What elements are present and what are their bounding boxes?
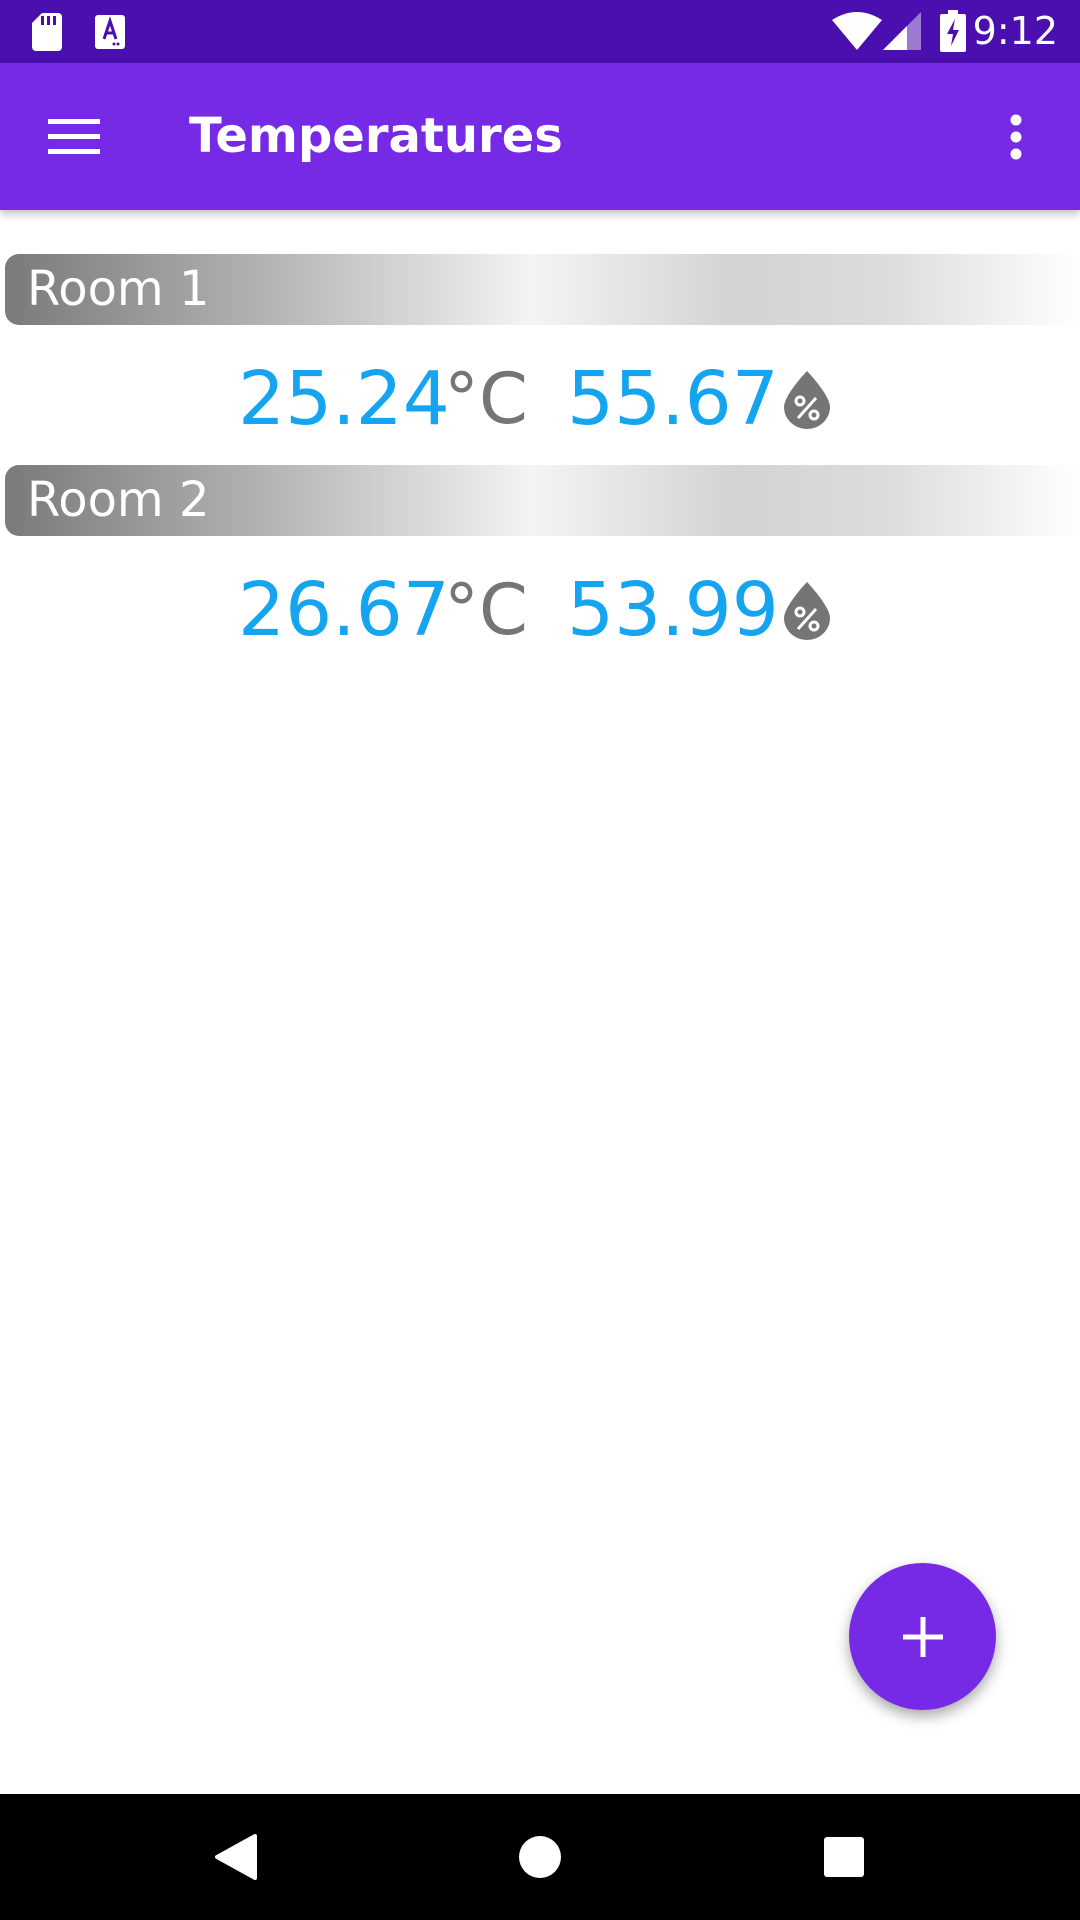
temperature-value: 25.24 — [238, 356, 450, 442]
room-reading: 26.67 °C 53.99 — [0, 560, 1080, 660]
page-title: Temperatures — [189, 108, 563, 164]
humidity-percent-drop-icon — [784, 371, 830, 429]
plus-icon — [902, 1616, 943, 1657]
back-button[interactable] — [196, 1817, 276, 1897]
sd-card-icon — [32, 13, 62, 51]
humidity-percent-drop-icon — [784, 582, 830, 640]
wifi-icon — [832, 12, 882, 50]
recents-button[interactable] — [804, 1817, 884, 1897]
status-bar: 9:12 — [0, 0, 1080, 63]
home-icon — [519, 1836, 561, 1878]
temperature-unit: °C — [444, 358, 528, 440]
status-time: 9:12 — [972, 9, 1058, 53]
battery-charging-icon — [940, 10, 966, 52]
room-header[interactable]: Room 1 — [5, 254, 1080, 325]
app-bar: Temperatures — [0, 63, 1080, 210]
back-icon — [215, 1834, 257, 1880]
more-vertical-icon — [1010, 114, 1022, 160]
cellular-signal-icon — [883, 12, 921, 50]
overflow-menu-button[interactable] — [974, 95, 1058, 179]
humidity-value: 55.67 — [567, 356, 779, 442]
hamburger-menu-icon — [48, 119, 100, 154]
temperature-unit: °C — [444, 569, 528, 651]
room-name: Room 1 — [27, 261, 210, 317]
room-header[interactable]: Room 2 — [5, 465, 1080, 536]
add-room-button[interactable] — [849, 1563, 996, 1710]
room-name: Room 2 — [27, 472, 210, 528]
font-app-icon — [95, 15, 125, 49]
menu-button[interactable] — [32, 95, 116, 179]
humidity-value: 53.99 — [567, 567, 779, 653]
temperature-value: 26.67 — [238, 567, 450, 653]
home-button[interactable] — [500, 1817, 580, 1897]
system-nav-bar — [0, 1794, 1080, 1920]
room-reading: 25.24 °C 55.67 — [0, 349, 1080, 449]
recents-icon — [824, 1837, 864, 1877]
